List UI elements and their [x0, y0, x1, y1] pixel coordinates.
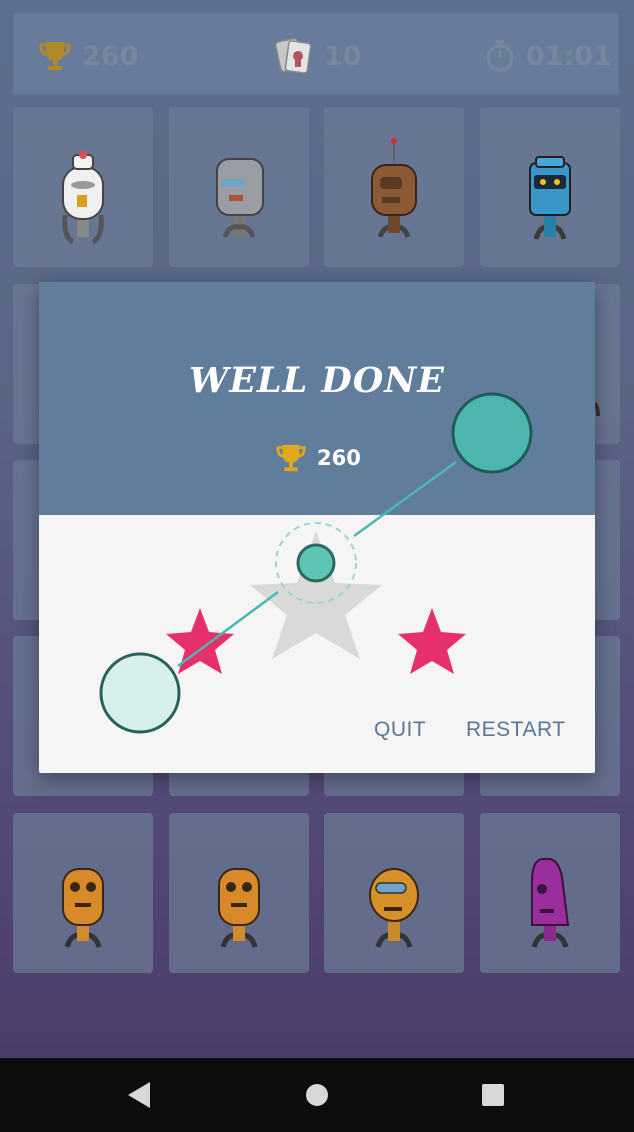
system-nav-bar [0, 1058, 634, 1132]
moves-stat: 10 [274, 14, 362, 98]
cards-icon [274, 37, 312, 74]
score-stat: 260 [38, 14, 138, 98]
trophy-icon [39, 42, 71, 70]
card[interactable] [169, 813, 309, 973]
status-bar: 260 10 01:01 [12, 12, 620, 96]
star-icon-left-filled [166, 608, 234, 674]
brown-robot-icon [371, 138, 417, 238]
dialog-title: WELL DONE [189, 360, 445, 401]
recents-square-icon[interactable] [480, 1082, 506, 1108]
quit-button[interactable]: QUIT [374, 718, 426, 742]
stopwatch-icon [486, 40, 514, 72]
level-complete-dialog: WELL DONE 260 QUIT RESTART [39, 282, 595, 773]
star-icon-center-empty [250, 531, 382, 659]
orange-robot-icon [62, 868, 104, 948]
star-icon-right-filled [398, 608, 466, 674]
white-robot-icon [62, 151, 104, 245]
dialog-score: 260 [275, 440, 361, 476]
card[interactable] [324, 107, 464, 267]
gray-robot-icon [216, 158, 264, 238]
purple-robot-icon [531, 857, 570, 948]
time-value: 01:01 [526, 40, 612, 72]
blue-robot-icon [529, 156, 571, 240]
moves-value: 10 [324, 40, 362, 72]
trophy-icon [276, 444, 306, 472]
card[interactable] [169, 107, 309, 267]
dialog-score-value: 260 [317, 446, 361, 470]
orange-robot-icon [218, 868, 260, 948]
dialog-header: WELL DONE 260 [39, 282, 595, 515]
time-stat: 01:01 [484, 14, 612, 98]
card[interactable] [13, 107, 153, 267]
orange-goggle-robot-icon [369, 868, 419, 948]
card[interactable] [480, 107, 620, 267]
score-value: 260 [82, 40, 139, 72]
restart-button[interactable]: RESTART [466, 718, 566, 742]
card[interactable] [13, 813, 153, 973]
card[interactable] [480, 813, 620, 973]
back-triangle-icon[interactable] [124, 1080, 154, 1110]
card[interactable] [324, 813, 464, 973]
home-circle-icon[interactable] [304, 1082, 330, 1108]
